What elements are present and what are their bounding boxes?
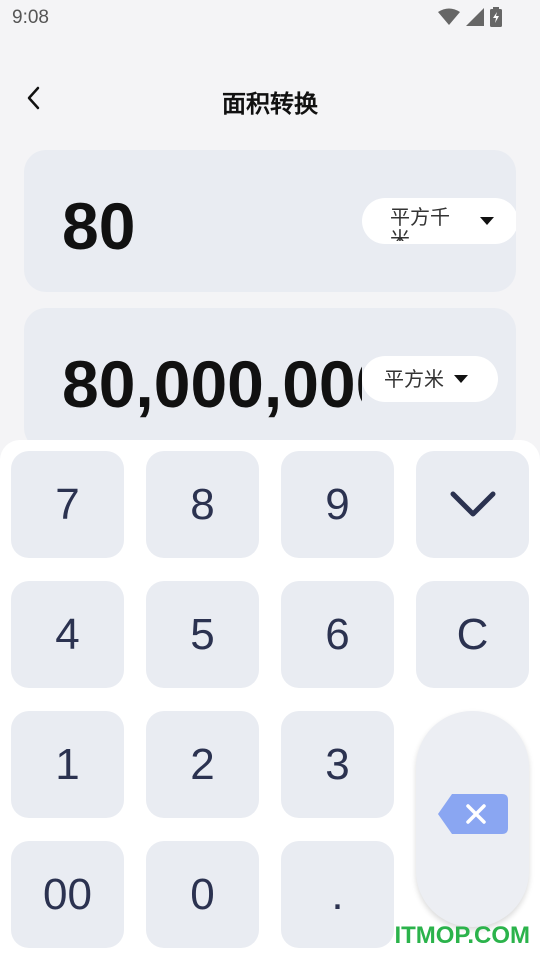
output-card[interactable]: 80,000,000 平方米 bbox=[24, 308, 516, 450]
key-1[interactable]: 1 bbox=[11, 711, 124, 818]
battery-icon bbox=[490, 7, 502, 27]
input-unit-select[interactable]: 平方千米 bbox=[362, 198, 516, 244]
collapse-keypad-button[interactable] bbox=[416, 451, 529, 558]
key-0[interactable]: 0 bbox=[146, 841, 259, 948]
clear-button[interactable]: C bbox=[416, 581, 529, 688]
status-bar: 9:08 bbox=[0, 0, 540, 36]
caret-down-icon bbox=[480, 217, 494, 225]
key-9[interactable]: 9 bbox=[281, 451, 394, 558]
input-unit-label: 平方千米 bbox=[390, 205, 450, 241]
input-card[interactable]: 80 平方千米 bbox=[24, 150, 516, 292]
wifi-icon bbox=[438, 8, 460, 26]
key-decimal[interactable]: . bbox=[281, 841, 394, 948]
output-value: 80,000,000 bbox=[62, 347, 362, 421]
caret-down-icon bbox=[454, 375, 468, 383]
header: 面积转换 bbox=[0, 72, 540, 128]
key-6[interactable]: 6 bbox=[281, 581, 394, 688]
backspace-button[interactable] bbox=[416, 711, 529, 927]
key-7[interactable]: 7 bbox=[11, 451, 124, 558]
key-5[interactable]: 5 bbox=[146, 581, 259, 688]
input-value[interactable]: 80 bbox=[62, 188, 362, 264]
key-2[interactable]: 2 bbox=[146, 711, 259, 818]
key-8[interactable]: 8 bbox=[146, 451, 259, 558]
signal-icon bbox=[466, 8, 484, 26]
key-4[interactable]: 4 bbox=[11, 581, 124, 688]
output-unit-label: 平方米 bbox=[384, 367, 444, 391]
output-unit-select[interactable]: 平方米 bbox=[362, 356, 498, 402]
keypad: 7 8 9 4 5 6 C 1 2 3 00 0 . ITMOP.COM bbox=[0, 440, 540, 960]
key-00[interactable]: 00 bbox=[11, 841, 124, 948]
page-title: 面积转换 bbox=[222, 90, 318, 118]
chevron-down-icon bbox=[449, 480, 497, 530]
key-3[interactable]: 3 bbox=[281, 711, 394, 818]
status-icons bbox=[438, 7, 502, 27]
watermark: ITMOP.COM bbox=[394, 922, 530, 949]
backspace-icon bbox=[437, 793, 508, 845]
status-time: 9:08 bbox=[12, 7, 49, 28]
